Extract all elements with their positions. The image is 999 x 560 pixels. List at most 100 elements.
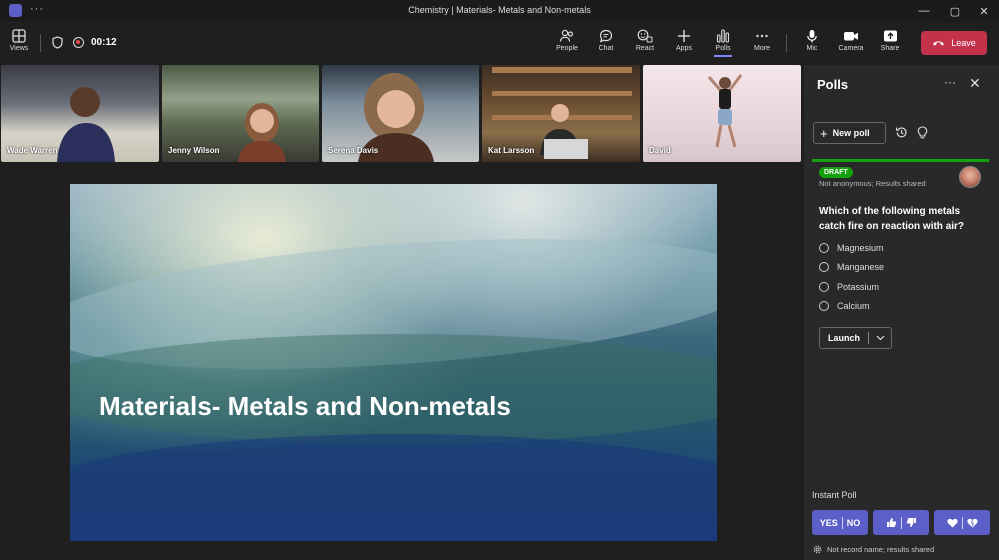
footer-note: Not record name; results shared bbox=[827, 545, 935, 554]
apps-button[interactable]: Apps bbox=[669, 29, 699, 52]
more-button[interactable]: More bbox=[747, 29, 777, 52]
poll-card-accent bbox=[812, 159, 989, 162]
window-title: Chemistry | Materials- Metals and Non-me… bbox=[408, 5, 591, 15]
status-badge: DRAFT bbox=[819, 167, 853, 178]
share-label: Share bbox=[880, 45, 900, 52]
mic-button[interactable]: Mic bbox=[797, 29, 827, 52]
video-tile[interactable]: Wade Warren bbox=[1, 65, 159, 162]
poll-settings-text: Not anonymous; Results shared bbox=[819, 179, 926, 188]
thumbs-poll-button[interactable] bbox=[873, 510, 929, 535]
plus-icon: + bbox=[820, 125, 828, 141]
launch-label: Launch bbox=[827, 333, 860, 343]
slide-title: Materials- Metals and Non-metals bbox=[99, 391, 511, 421]
participant-name: Wade Warren bbox=[7, 146, 58, 155]
divider bbox=[900, 516, 902, 529]
chat-icon bbox=[599, 29, 613, 43]
camera-label: Camera bbox=[838, 45, 864, 52]
camera-icon bbox=[844, 32, 858, 41]
yes-label: YES bbox=[819, 517, 838, 528]
history-icon[interactable] bbox=[895, 126, 908, 139]
meeting-timer: 00:12 bbox=[91, 37, 117, 48]
launch-button[interactable]: Launch bbox=[819, 327, 892, 349]
mic-label: Mic bbox=[806, 45, 818, 52]
heart-broken-icon bbox=[966, 518, 978, 527]
leave-label: Leave bbox=[951, 38, 976, 48]
share-button[interactable]: Share bbox=[875, 29, 905, 52]
maximize-icon[interactable]: ▢ bbox=[940, 2, 970, 20]
chat-button[interactable]: Chat bbox=[591, 29, 621, 52]
grid-icon bbox=[12, 29, 26, 43]
video-tile[interactable]: Kat Larsson bbox=[482, 65, 640, 162]
apps-label: Apps bbox=[676, 45, 692, 52]
poll-option[interactable]: Potassium bbox=[819, 282, 879, 292]
divider bbox=[961, 516, 963, 529]
people-button[interactable]: People bbox=[552, 29, 582, 52]
radio-icon[interactable] bbox=[819, 282, 829, 292]
divider bbox=[841, 516, 843, 529]
camera-button[interactable]: Camera bbox=[836, 29, 866, 52]
poll-option-label: Manganese bbox=[837, 262, 885, 272]
shield-icon bbox=[52, 36, 63, 49]
chevron-down-icon[interactable] bbox=[869, 335, 891, 341]
new-poll-button[interactable]: + New poll bbox=[813, 122, 886, 144]
polls-panel: Polls ··· ✕ + New poll DRAFT Not anonymo… bbox=[804, 65, 999, 560]
react-button[interactable]: React bbox=[630, 29, 660, 52]
slide-background bbox=[70, 334, 717, 444]
participant-name: David bbox=[649, 146, 671, 155]
title-bar: ··· Chemistry | Materials- Metals and No… bbox=[0, 0, 999, 22]
lightbulb-icon[interactable] bbox=[917, 126, 928, 139]
close-icon[interactable]: ✕ bbox=[969, 2, 999, 20]
no-label: NO bbox=[846, 517, 861, 528]
divider bbox=[786, 34, 787, 52]
chat-label: Chat bbox=[598, 45, 614, 52]
video-tile[interactable]: Serena Davis bbox=[322, 65, 479, 162]
close-icon[interactable]: ✕ bbox=[969, 75, 981, 92]
heart-icon bbox=[946, 518, 958, 527]
meeting-toolbar: Views 00:12 People Chat React Apps Polls… bbox=[0, 22, 999, 64]
instant-poll-label: Instant Poll bbox=[812, 490, 857, 500]
apps-icon bbox=[678, 30, 690, 42]
views-button[interactable]: Views bbox=[6, 29, 32, 52]
thumbs-down-icon bbox=[906, 518, 916, 527]
more-label: More bbox=[754, 45, 770, 52]
poll-option-label: Potassium bbox=[837, 282, 880, 292]
slide-background bbox=[70, 434, 717, 541]
yes-no-poll-button[interactable]: YES NO bbox=[812, 510, 868, 535]
leave-button[interactable]: Leave bbox=[921, 31, 987, 55]
poll-option[interactable]: Magnesium bbox=[819, 243, 884, 253]
participant-name: Jenny Wilson bbox=[168, 146, 220, 155]
people-icon bbox=[559, 29, 574, 42]
poll-question: Which of the following metals catch fire… bbox=[819, 206, 965, 232]
polls-icon bbox=[716, 29, 730, 43]
panel-title: Polls bbox=[817, 77, 849, 92]
poll-option-label: Magnesium bbox=[837, 243, 884, 253]
thumbs-up-icon bbox=[886, 518, 896, 527]
hearts-poll-button[interactable] bbox=[934, 510, 990, 535]
more-options-icon[interactable]: ··· bbox=[944, 75, 956, 89]
new-poll-label: New poll bbox=[832, 128, 870, 138]
instant-poll-settings: Not record name; results shared bbox=[813, 545, 934, 554]
react-icon bbox=[637, 29, 653, 43]
polls-button[interactable]: Polls bbox=[708, 29, 738, 57]
views-label: Views bbox=[9, 45, 29, 52]
video-tile[interactable]: David bbox=[643, 65, 801, 162]
hang-up-icon bbox=[933, 41, 945, 46]
participant-name: Kat Larsson bbox=[488, 146, 535, 155]
minimize-icon[interactable]: — bbox=[909, 2, 939, 20]
participant-name: Serena Davis bbox=[328, 146, 379, 155]
radio-icon[interactable] bbox=[819, 301, 829, 311]
gear-icon bbox=[813, 545, 822, 554]
divider bbox=[40, 34, 41, 52]
react-label: React bbox=[635, 45, 655, 52]
poll-option[interactable]: Calcium bbox=[819, 301, 870, 311]
more-icon bbox=[756, 34, 768, 38]
avatar bbox=[959, 166, 981, 188]
poll-option[interactable]: Manganese bbox=[819, 262, 884, 272]
radio-icon[interactable] bbox=[819, 243, 829, 253]
poll-option-label: Calcium bbox=[837, 301, 870, 311]
shared-presentation: Materials- Metals and Non-metals bbox=[70, 184, 717, 541]
video-tile[interactable]: Jenny Wilson bbox=[162, 65, 319, 162]
share-icon bbox=[883, 30, 897, 42]
radio-icon[interactable] bbox=[819, 262, 829, 272]
recording-icon bbox=[73, 37, 84, 48]
